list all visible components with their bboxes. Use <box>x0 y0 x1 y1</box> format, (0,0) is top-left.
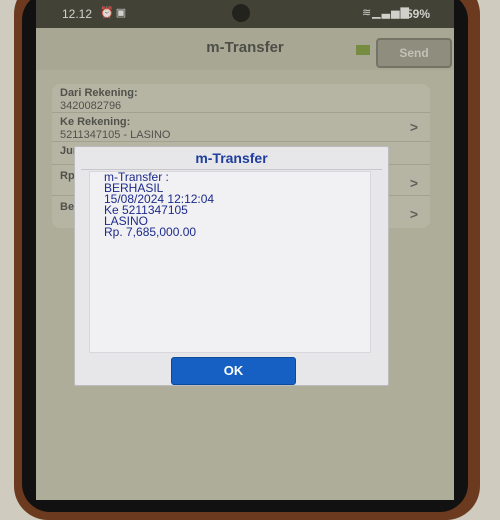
message-lines: m-Transfer : BERHASIL 15/08/2024 12:12:0… <box>90 171 370 239</box>
message-line: Rp. 7,685,000.00 <box>104 225 197 239</box>
ok-button[interactable]: OK <box>171 357 296 385</box>
transfer-result-dialog: m-Transfer m-Transfer : BERHASIL 15/08/2… <box>74 146 389 386</box>
dialog-title: m-Transfer <box>195 150 268 166</box>
device-screen: 12.12 ⏰▣ ≋▁▃▅▇ 59% m-Transfer Send Dari … <box>36 0 454 500</box>
dialog-message: m-Transfer : BERHASIL 15/08/2024 12:12:0… <box>89 171 371 353</box>
